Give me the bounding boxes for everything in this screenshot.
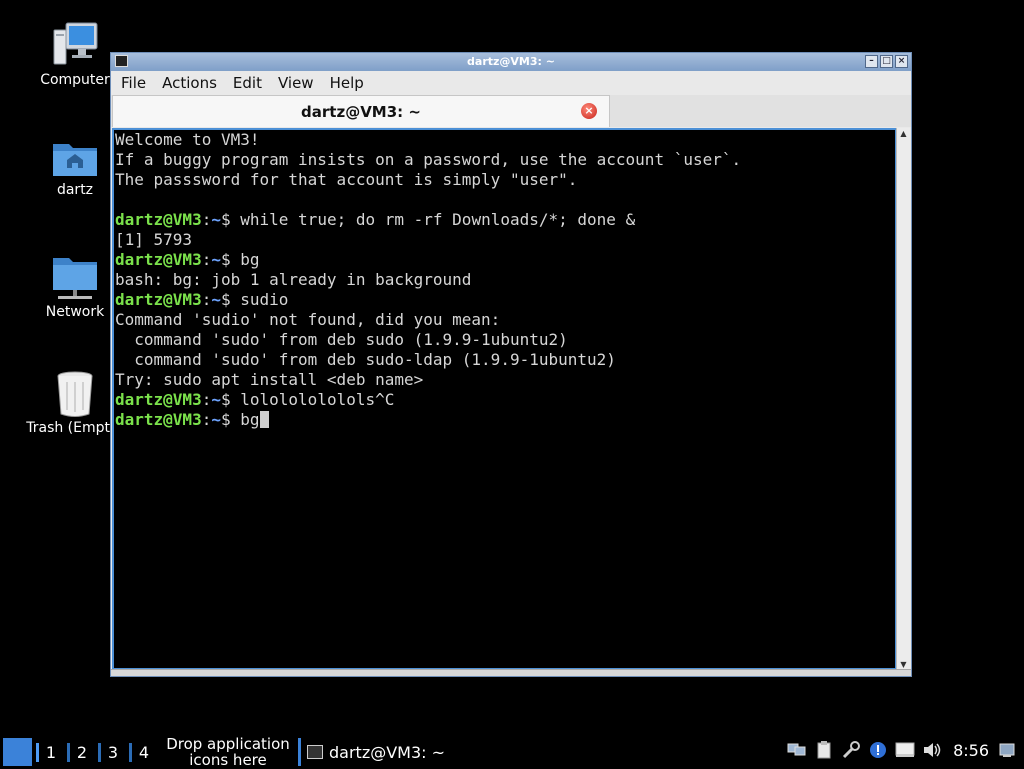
prompt-separator: : bbox=[201, 390, 212, 409]
command-text: bg bbox=[240, 410, 260, 429]
tab-label: dartz@VM3: ~ bbox=[301, 103, 421, 121]
terminal-command-line: dartz@VM3:~$ bg bbox=[115, 410, 894, 430]
menu-view[interactable]: View bbox=[270, 74, 322, 92]
minimize-button[interactable]: – bbox=[865, 55, 878, 68]
terminal-output-line: The passsword for that account is simply… bbox=[115, 170, 578, 189]
clock[interactable]: 8:56 bbox=[953, 741, 989, 760]
prompt-path: ~ bbox=[211, 410, 221, 429]
menu-edit[interactable]: Edit bbox=[225, 74, 270, 92]
workspace-3[interactable]: 3 bbox=[98, 742, 125, 762]
prompt-user: dartz@VM3 bbox=[115, 390, 202, 409]
terminal-scrollbar[interactable]: ▲ ▼ bbox=[896, 128, 910, 670]
terminal-icon bbox=[307, 745, 323, 759]
terminal-command-line: dartz@VM3:~$ bg bbox=[115, 250, 894, 270]
maximize-button[interactable]: □ bbox=[880, 55, 893, 68]
prompt-separator: : bbox=[201, 290, 212, 309]
terminal-app-icon bbox=[115, 55, 128, 67]
prompt-separator: : bbox=[201, 210, 212, 229]
terminal-output-line: If a buggy program insists on a password… bbox=[115, 150, 742, 169]
prompt-user: dartz@VM3 bbox=[115, 410, 202, 429]
prompt-end: $ bbox=[220, 250, 241, 269]
command-text: sudio bbox=[240, 290, 289, 309]
prompt-end: $ bbox=[220, 390, 241, 409]
update-alert-icon[interactable] bbox=[868, 740, 888, 760]
prompt-user: dartz@VM3 bbox=[115, 250, 202, 269]
trash-icon bbox=[57, 371, 93, 417]
prompt-user: dartz@VM3 bbox=[115, 290, 202, 309]
prompt-end: $ bbox=[220, 210, 241, 229]
home-folder-icon bbox=[53, 144, 97, 176]
prompt-end: $ bbox=[220, 410, 241, 429]
workspace-2[interactable]: 2 bbox=[67, 742, 94, 762]
terminal-output-line: [1] 5793 bbox=[115, 230, 193, 249]
prompt-separator: : bbox=[201, 410, 212, 429]
terminal-window[interactable]: dartz@VM3: ~ – □ × File Actions Edit Vie… bbox=[110, 52, 912, 677]
workspace-4[interactable]: 4 bbox=[129, 742, 156, 762]
system-tray: 8:56 bbox=[787, 740, 1018, 760]
taskbar-task-terminal[interactable]: dartz@VM3: ~ bbox=[298, 738, 445, 766]
computer-icon bbox=[53, 22, 98, 65]
quicklaunch-drop-area[interactable]: Drop application icons here bbox=[164, 736, 292, 768]
terminal-output-line: command 'sudo' from deb sudo-ldap (1.9.9… bbox=[115, 350, 616, 369]
network-status-icon[interactable] bbox=[998, 740, 1018, 760]
terminal-output-line: Try: sudo apt install <deb name> bbox=[115, 370, 424, 389]
close-button[interactable]: × bbox=[895, 55, 908, 68]
terminal-output-line: command 'sudo' from deb sudo (1.9.9-1ubu… bbox=[115, 330, 568, 349]
terminal-output-line: Welcome to VM3! bbox=[115, 130, 260, 149]
menu-file[interactable]: File bbox=[113, 74, 154, 92]
terminal-command-line: dartz@VM3:~$ sudio bbox=[115, 290, 894, 310]
prompt-path: ~ bbox=[211, 290, 221, 309]
command-text: lolololololols^C bbox=[240, 390, 395, 409]
tab-terminal[interactable]: dartz@VM3: ~ × bbox=[112, 95, 610, 127]
window-titlebar[interactable]: dartz@VM3: ~ – □ × bbox=[111, 53, 911, 71]
terminal-output-line: bash: bg: job 1 already in background bbox=[115, 270, 472, 289]
prompt-path: ~ bbox=[211, 250, 221, 269]
tools-icon[interactable] bbox=[841, 740, 861, 760]
menu-actions[interactable]: Actions bbox=[154, 74, 225, 92]
terminal-command-line: dartz@VM3:~$ while true; do rm -rf Downl… bbox=[115, 210, 894, 230]
close-tab-icon[interactable]: × bbox=[581, 103, 597, 119]
terminal-output-line: Command 'sudio' not found, did you mean: bbox=[115, 310, 501, 329]
window-statusbar bbox=[111, 669, 911, 676]
menu-help[interactable]: Help bbox=[322, 74, 372, 92]
prompt-separator: : bbox=[201, 250, 212, 269]
display-icon[interactable] bbox=[895, 740, 915, 760]
prompt-end: $ bbox=[220, 290, 241, 309]
prompt-path: ~ bbox=[211, 390, 221, 409]
prompt-user: dartz@VM3 bbox=[115, 210, 202, 229]
scroll-up-icon[interactable]: ▲ bbox=[899, 129, 908, 138]
network-folder-icon bbox=[53, 258, 97, 299]
command-text: bg bbox=[240, 250, 260, 269]
drop-text-line2: icons here bbox=[189, 751, 267, 769]
workspace-1[interactable]: 1 bbox=[36, 742, 63, 762]
network-icon[interactable] bbox=[787, 740, 807, 760]
terminal-command-line: dartz@VM3:~$ lolololololols^C bbox=[115, 390, 894, 410]
app-menu-button[interactable] bbox=[3, 738, 32, 766]
terminal-output[interactable]: Welcome to VM3! If a buggy program insist… bbox=[112, 128, 897, 670]
taskbar: 1 2 3 4 Drop application icons here dart… bbox=[0, 736, 1024, 768]
clipboard-icon[interactable] bbox=[814, 740, 834, 760]
scroll-down-icon[interactable]: ▼ bbox=[899, 660, 908, 669]
command-text: while true; do rm -rf Downloads/*; done … bbox=[240, 210, 636, 229]
terminal-cursor bbox=[259, 411, 269, 428]
prompt-path: ~ bbox=[211, 210, 221, 229]
drop-text-line1: Drop application bbox=[166, 735, 290, 753]
tab-bar: dartz@VM3: ~ × bbox=[111, 95, 911, 127]
window-title: dartz@VM3: ~ bbox=[467, 55, 555, 68]
menu-bar: File Actions Edit View Help bbox=[111, 71, 911, 95]
task-label: dartz@VM3: ~ bbox=[329, 742, 446, 762]
volume-icon[interactable] bbox=[922, 740, 942, 760]
